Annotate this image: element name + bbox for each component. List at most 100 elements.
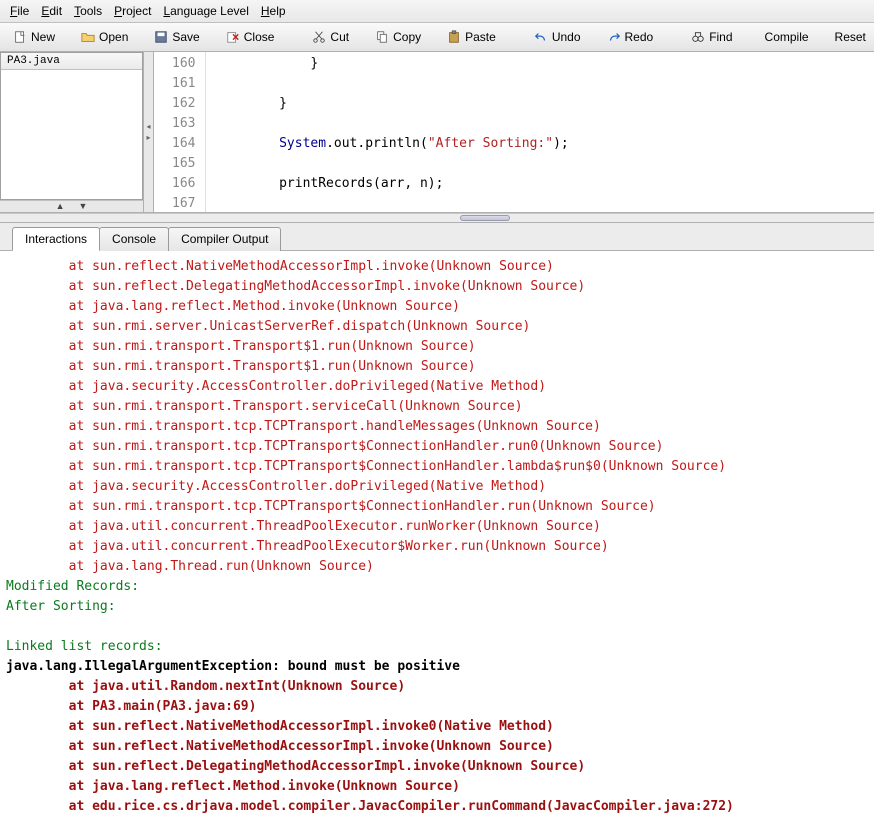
- line-number: 162: [172, 94, 195, 114]
- menu-bar: File Edit Tools Project Language Level H…: [0, 0, 874, 23]
- line-number: 161: [172, 74, 195, 94]
- console-line: at sun.reflect.NativeMethodAccessorImpl.…: [6, 717, 868, 737]
- console-line: Linked list records:: [6, 637, 868, 657]
- console-line: at java.util.concurrent.ThreadPoolExecut…: [6, 537, 868, 557]
- menu-project[interactable]: Project: [108, 2, 157, 20]
- code-line[interactable]: printRecords(arr, n);: [216, 174, 568, 194]
- open-label: Open: [99, 30, 128, 44]
- save-button[interactable]: Save: [147, 26, 206, 48]
- find-label: Find: [709, 30, 732, 44]
- code-line[interactable]: }: [216, 94, 568, 114]
- redo-button[interactable]: Redo: [600, 26, 661, 48]
- undo-icon: [534, 30, 548, 44]
- triangle-up-icon[interactable]: ▲: [56, 201, 65, 211]
- scroll-thumb[interactable]: [460, 215, 510, 221]
- binoculars-icon: [691, 30, 705, 44]
- menu-help[interactable]: Help: [255, 2, 292, 20]
- close-label: Close: [244, 30, 275, 44]
- find-button[interactable]: Find: [684, 26, 739, 48]
- console-line: at sun.rmi.transport.tcp.TCPTransport.ha…: [6, 417, 868, 437]
- code-body[interactable]: } } System.out.println("After Sorting:")…: [206, 52, 578, 212]
- line-number: 164: [172, 134, 195, 154]
- code-line[interactable]: [216, 74, 568, 94]
- save-label: Save: [172, 30, 199, 44]
- scissors-icon: [312, 30, 326, 44]
- line-number: 165: [172, 154, 195, 174]
- cut-label: Cut: [330, 30, 349, 44]
- open-folder-icon: [81, 30, 95, 44]
- splitter-left-icon: ◂: [146, 122, 150, 131]
- paste-icon: [447, 30, 461, 44]
- toolbar: New Open Save Close Cut Copy Paste Undo …: [0, 23, 874, 52]
- console-line: [6, 617, 868, 637]
- new-button[interactable]: New: [6, 26, 62, 48]
- horizontal-scrollbar[interactable]: [0, 213, 874, 222]
- open-button[interactable]: Open: [74, 26, 135, 48]
- splitter-right-icon: ▸: [146, 133, 150, 142]
- console-line: at java.util.concurrent.ThreadPoolExecut…: [6, 517, 868, 537]
- console-line: at java.lang.reflect.Method.invoke(Unkno…: [6, 297, 868, 317]
- bottom-panel: Interactions Console Compiler Output at …: [0, 222, 874, 828]
- tab-console[interactable]: Console: [99, 227, 169, 251]
- reset-label: Reset: [835, 30, 866, 44]
- code-line[interactable]: System.out.println("After Sorting:");: [216, 134, 568, 154]
- copy-icon: [375, 30, 389, 44]
- new-file-icon: [13, 30, 27, 44]
- compile-label: Compile: [765, 30, 809, 44]
- console-line: at java.security.AccessController.doPriv…: [6, 477, 868, 497]
- copy-button[interactable]: Copy: [368, 26, 428, 48]
- redo-icon: [607, 30, 621, 44]
- console-line: After Sorting:: [6, 597, 868, 617]
- console-line: at java.security.AccessController.doPriv…: [6, 377, 868, 397]
- console-line: at sun.rmi.transport.tcp.TCPTransport$Co…: [6, 437, 868, 457]
- console-line: at sun.rmi.transport.tcp.TCPTransport$Co…: [6, 497, 868, 517]
- file-list[interactable]: PA3.java: [0, 52, 143, 200]
- line-number: 167: [172, 194, 195, 212]
- menu-file[interactable]: File: [4, 2, 35, 20]
- console-line: at sun.reflect.NativeMethodAccessorImpl.…: [6, 737, 868, 757]
- cut-button[interactable]: Cut: [305, 26, 356, 48]
- console-line: at sun.reflect.DelegatingMethodAccessorI…: [6, 757, 868, 777]
- file-tab-active[interactable]: PA3.java: [1, 53, 142, 70]
- console-line: at PA3.main(PA3.java:69): [6, 697, 868, 717]
- vertical-splitter[interactable]: ◂ ▸: [144, 52, 154, 212]
- paste-button[interactable]: Paste: [440, 26, 503, 48]
- console-line: at java.lang.reflect.Method.invoke(Unkno…: [6, 777, 868, 797]
- line-gutter: 160161162163164165166167: [154, 52, 206, 212]
- tab-interactions[interactable]: Interactions: [12, 227, 100, 251]
- line-number: 166: [172, 174, 195, 194]
- redo-label: Redo: [625, 30, 654, 44]
- undo-label: Undo: [552, 30, 581, 44]
- menu-tools[interactable]: Tools: [68, 2, 108, 20]
- new-label: New: [31, 30, 55, 44]
- console-line: at java.lang.Thread.run(Unknown Source): [6, 557, 868, 577]
- line-number: 160: [172, 54, 195, 74]
- compile-button[interactable]: Compile: [758, 26, 816, 48]
- triangle-down-icon[interactable]: ▼: [79, 201, 88, 211]
- console-line: at sun.reflect.NativeMethodAccessorImpl.…: [6, 257, 868, 277]
- close-button[interactable]: Close: [219, 26, 282, 48]
- menu-edit[interactable]: Edit: [35, 2, 68, 20]
- editor-area: PA3.java ▲ ▼ ◂ ▸ 16016116216316416516616…: [0, 52, 874, 213]
- console-line: at java.util.Random.nextInt(Unknown Sour…: [6, 677, 868, 697]
- file-panel: PA3.java ▲ ▼: [0, 52, 144, 212]
- copy-label: Copy: [393, 30, 421, 44]
- tab-compiler-output[interactable]: Compiler Output: [168, 227, 281, 251]
- file-list-body: [1, 70, 142, 200]
- line-number: 163: [172, 114, 195, 134]
- console-line: at sun.rmi.transport.Transport$1.run(Unk…: [6, 357, 868, 377]
- reset-button[interactable]: Reset: [828, 26, 873, 48]
- console-line: at sun.rmi.transport.Transport.serviceCa…: [6, 397, 868, 417]
- console-line: at sun.reflect.DelegatingMethodAccessorI…: [6, 277, 868, 297]
- file-panel-footer: ▲ ▼: [0, 200, 143, 212]
- undo-button[interactable]: Undo: [527, 26, 588, 48]
- menu-language-level[interactable]: Language Level: [157, 2, 254, 20]
- console-line: at sun.rmi.transport.tcp.TCPTransport$Co…: [6, 457, 868, 477]
- code-editor[interactable]: 160161162163164165166167 } } System.out.…: [154, 52, 874, 212]
- bottom-tabs: Interactions Console Compiler Output: [0, 223, 874, 251]
- code-line[interactable]: [216, 194, 568, 212]
- code-line[interactable]: [216, 114, 568, 134]
- interactions-output[interactable]: at sun.reflect.NativeMethodAccessorImpl.…: [0, 251, 874, 828]
- code-line[interactable]: }: [216, 54, 568, 74]
- code-line[interactable]: [216, 154, 568, 174]
